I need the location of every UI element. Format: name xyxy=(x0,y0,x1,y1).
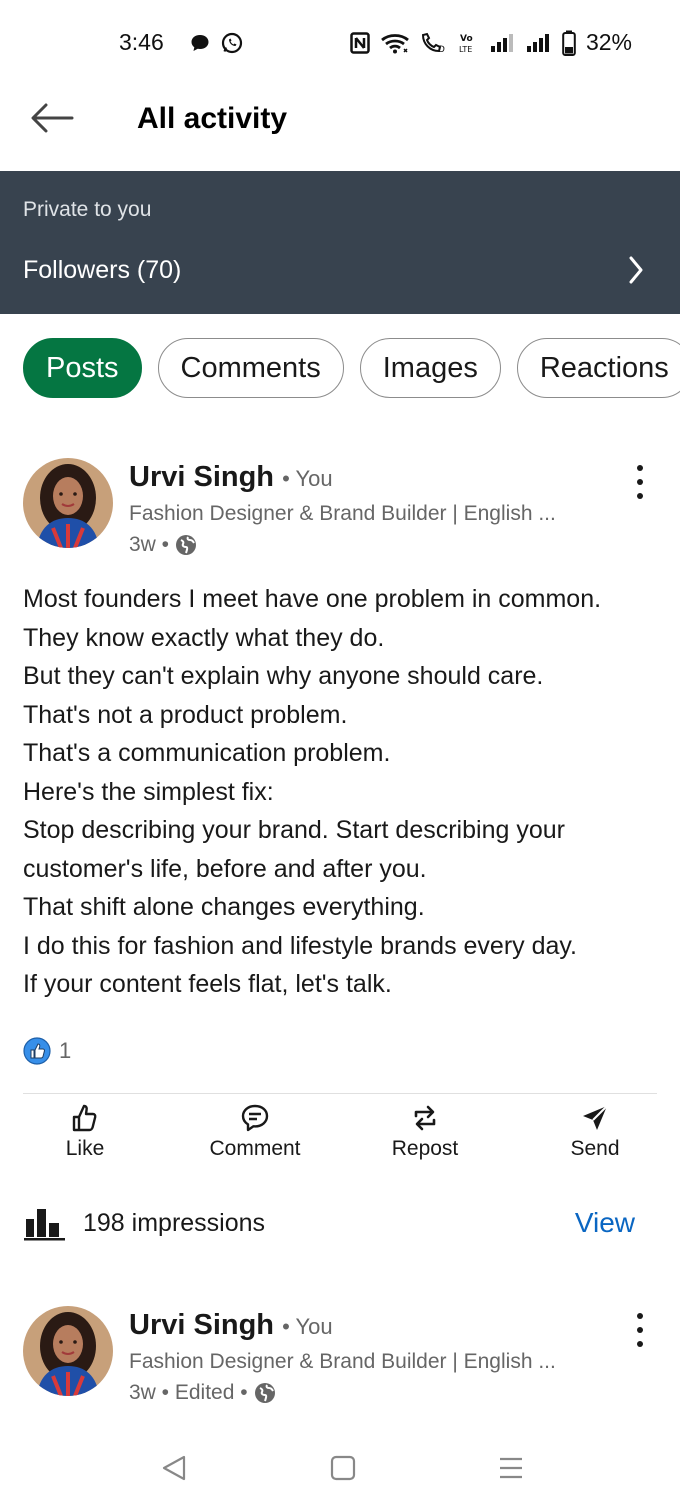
author-name-text: Urvi Singh xyxy=(129,1309,275,1341)
more-options-button[interactable] xyxy=(630,1313,650,1347)
author-name[interactable]: Urvi Singh • You xyxy=(129,1309,333,1342)
more-dot xyxy=(637,1313,643,1319)
globe-icon xyxy=(254,1383,275,1403)
avatar[interactable] xyxy=(23,1306,113,1396)
more-dot xyxy=(637,1341,643,1347)
post-card: Urvi Singh • You Fashion Designer & Bran… xyxy=(0,0,680,1420)
post-meta: 3w • Edited • xyxy=(129,1381,276,1405)
nav-recents-icon[interactable] xyxy=(497,1454,525,1482)
system-navigation-bar xyxy=(0,1440,680,1500)
post-time: 3w • Edited • xyxy=(129,1381,248,1404)
nav-back-icon[interactable] xyxy=(160,1454,188,1482)
author-headline: Fashion Designer & Brand Builder | Engli… xyxy=(129,1350,556,1373)
profile-photo xyxy=(23,1306,113,1396)
more-dot xyxy=(637,1327,643,1333)
nav-home-icon[interactable] xyxy=(330,1454,356,1482)
you-badge: • You xyxy=(282,1314,333,1339)
